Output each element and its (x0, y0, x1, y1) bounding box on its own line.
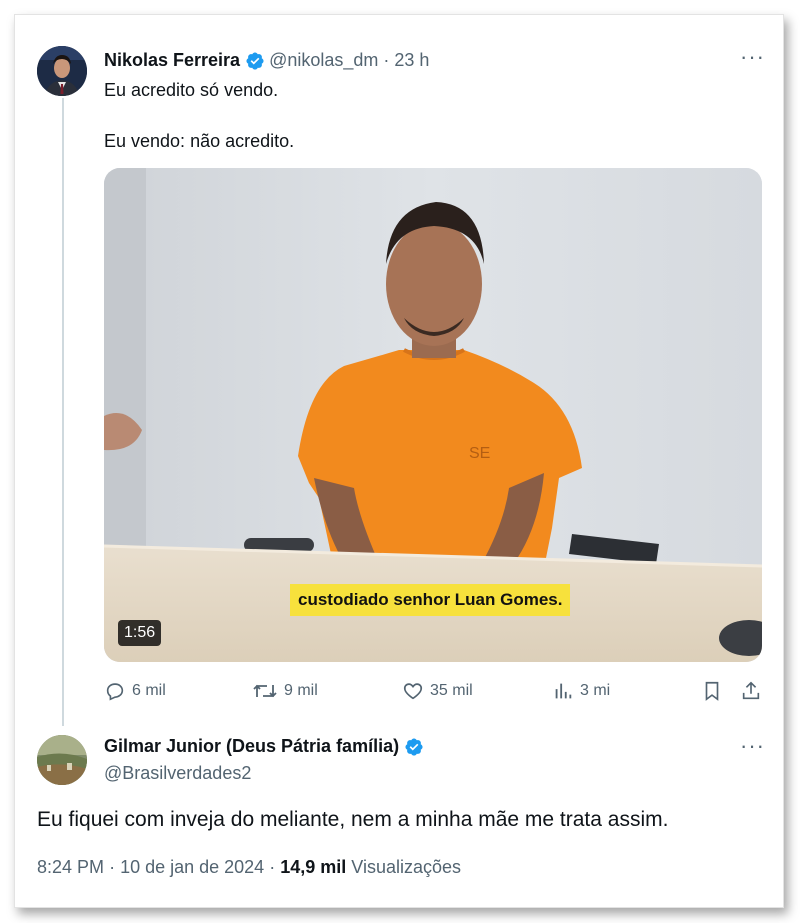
bookmark-button[interactable] (702, 680, 728, 702)
share-icon (742, 681, 760, 700)
reply-more-options-icon[interactable]: ··· (740, 735, 765, 757)
author-name[interactable]: Nikolas Ferreira (104, 50, 240, 71)
tweet-header: Nikolas Ferreira @nikolas_dm · 23 h (104, 50, 429, 71)
reply-icon (106, 683, 124, 701)
reply-author-avatar[interactable] (37, 735, 87, 785)
more-options-icon[interactable]: ··· (740, 46, 765, 68)
views-icon (555, 683, 572, 699)
reply-header: Gilmar Junior (Deus Pátria família) (104, 736, 428, 757)
separator-dot: · (383, 50, 390, 70)
like-count: 35 mil (430, 682, 473, 699)
separator-dot: · (269, 857, 281, 877)
heart-icon (403, 683, 423, 700)
video-caption: custodiado senhor Luan Gomes. (290, 584, 571, 616)
separator-dot: · (109, 857, 121, 877)
video-player[interactable]: SE custodiado senhor Luan Gomes. 1:56 (104, 168, 762, 662)
bookmark-icon (705, 681, 719, 701)
tweet-actions-bar: 6 mil 9 mil 35 mil 3 mi (104, 680, 764, 704)
tweet-text-line-1: Eu acredito só vendo. (104, 80, 279, 100)
tweet-text-line-2: Eu vendo: não acredito. (104, 131, 295, 151)
reply-views-count: 14,9 mil (280, 857, 347, 877)
video-duration: 1:56 (118, 620, 162, 646)
repost-icon (253, 684, 277, 698)
repost-button[interactable]: 9 mil (252, 680, 318, 702)
like-button[interactable]: 35 mil (402, 680, 473, 702)
shirt-mark: SE (469, 445, 490, 462)
reply-date[interactable]: 10 de jan de 2024 (120, 857, 264, 877)
share-button[interactable] (740, 680, 768, 702)
reply-author-handle[interactable]: @Brasilverdades2 (104, 763, 251, 784)
verified-badge-icon (404, 737, 424, 757)
reply-count: 6 mil (132, 682, 166, 699)
verified-badge-icon (245, 51, 265, 71)
reply-meta: 8:24 PM · 10 de jan de 2024 · 14,9 mil V… (37, 857, 461, 878)
reply-views-label: Visualizações (351, 857, 462, 877)
views-button[interactable]: 3 mi (552, 680, 610, 702)
repost-count: 9 mil (284, 682, 318, 699)
tweet-time[interactable]: 23 h (394, 50, 429, 71)
author-handle[interactable]: @nikolas_dm (269, 50, 378, 71)
author-avatar[interactable] (37, 46, 87, 96)
reply-time[interactable]: 8:24 PM (37, 857, 104, 877)
reply-text: Eu fiquei com inveja do meliante, nem a … (37, 808, 669, 831)
thread-line (62, 98, 64, 726)
views-count: 3 mi (580, 682, 611, 699)
reply-author-name[interactable]: Gilmar Junior (Deus Pátria família) (104, 736, 399, 757)
reply-button[interactable]: 6 mil (104, 680, 166, 702)
